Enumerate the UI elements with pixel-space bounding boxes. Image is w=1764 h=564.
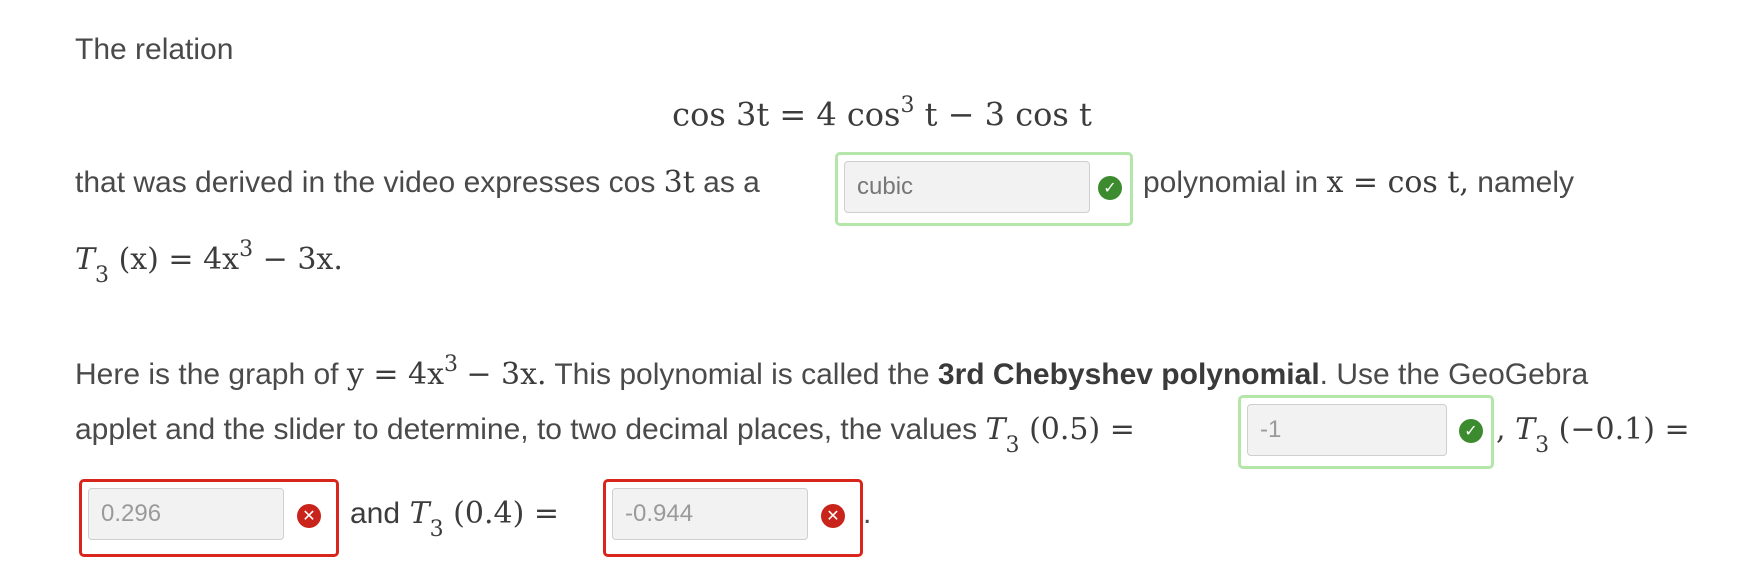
equation-rhs-b: t − 3 cos t — [924, 95, 1092, 134]
applet-text: applet and the slider to determine, to t… — [75, 413, 978, 446]
check-circle-icon: ✓ — [1459, 419, 1483, 443]
t3-05-input[interactable] — [1247, 404, 1447, 456]
t3-m01-arg: (−0.1) = — [1558, 412, 1690, 447]
t3-definition: T3 (x) = 4x3 − 3x. — [75, 232, 343, 290]
equation-rhs-a: 4 cos — [816, 95, 901, 134]
intro-label: The relation — [75, 33, 234, 66]
intro-text: The relation — [75, 30, 233, 70]
t3-m01-symbol: T — [1515, 412, 1536, 447]
t3-m01-label: , T3 (−0.1) = — [1496, 410, 1690, 460]
cubic-input[interactable] — [844, 161, 1090, 213]
display-equation: cos 3t = 4 cos3 t − 3 cos t — [0, 93, 1764, 134]
as-a-text: as a — [703, 166, 760, 199]
answer-box-t3-m01: ✕ — [79, 479, 339, 557]
chebyshev-term: 3rd Chebyshev polynomial — [937, 358, 1320, 391]
t3-symbol: T — [75, 242, 96, 277]
math-3t: 3t — [663, 165, 695, 200]
graph-equation-a: y = 4x — [346, 357, 444, 392]
line-expresses: that was derived in the video expresses … — [75, 163, 760, 203]
t3-04-label: and T3 (0.4) = — [350, 494, 559, 544]
t3-05-subscript: 3 — [1005, 433, 1020, 458]
x-circle-icon: ✕ — [297, 504, 321, 528]
graph-equation-b: − 3x. — [466, 357, 547, 392]
namely-text: namely — [1477, 166, 1575, 199]
final-period: . — [863, 494, 871, 534]
graph-of-text: Here is the graph of — [75, 358, 339, 391]
t3-tail: − 3x. — [262, 242, 343, 277]
t3-m01-subscript: 3 — [1535, 433, 1550, 458]
answer-box-t3-05: ✓ — [1238, 395, 1494, 469]
equation-exponent: 3 — [900, 93, 915, 118]
answer-box-cubic: ✓ — [835, 152, 1133, 226]
t3-body: (x) = 4x — [118, 242, 240, 277]
t3-04-input[interactable] — [612, 488, 808, 540]
t3-subscript: 3 — [95, 263, 110, 288]
equation-lhs: cos 3t — [672, 95, 770, 134]
line-applet: applet and the slider to determine, to t… — [75, 410, 1135, 460]
t3-04-symbol: T — [409, 496, 430, 531]
check-circle-icon: ✓ — [1098, 176, 1122, 200]
answer-box-t3-04: ✕ — [603, 479, 863, 557]
t3-exponent: 3 — [239, 237, 254, 262]
line-polynomial-in: polynomial in x = cos t, namely — [1143, 163, 1574, 203]
line-graph-description: Here is the graph of y = 4x3 − 3x. This … — [75, 347, 1588, 395]
polynomial-in-text: polynomial in — [1143, 166, 1319, 199]
comma-text: , — [1496, 412, 1506, 447]
t3-04-arg: (0.4) = — [453, 496, 559, 531]
equation-equals: = — [779, 95, 807, 134]
called-text: This polynomial is called the — [554, 358, 930, 391]
and-text: and — [350, 497, 401, 530]
graph-equation-exponent: 3 — [444, 352, 458, 377]
t3-04-subscript: 3 — [429, 517, 444, 542]
t3-05-symbol: T — [985, 412, 1006, 447]
x-circle-icon: ✕ — [821, 504, 845, 528]
t3-05-arg: (0.5) = — [1029, 412, 1135, 447]
math-x-eq-cos-t: x = cos t, — [1326, 165, 1469, 200]
period-text: . — [863, 497, 872, 530]
geogebra-text: . Use the GeoGebra — [1319, 358, 1589, 391]
t3-m01-input[interactable] — [88, 488, 284, 540]
expresses-text: that was derived in the video expresses … — [75, 166, 656, 199]
